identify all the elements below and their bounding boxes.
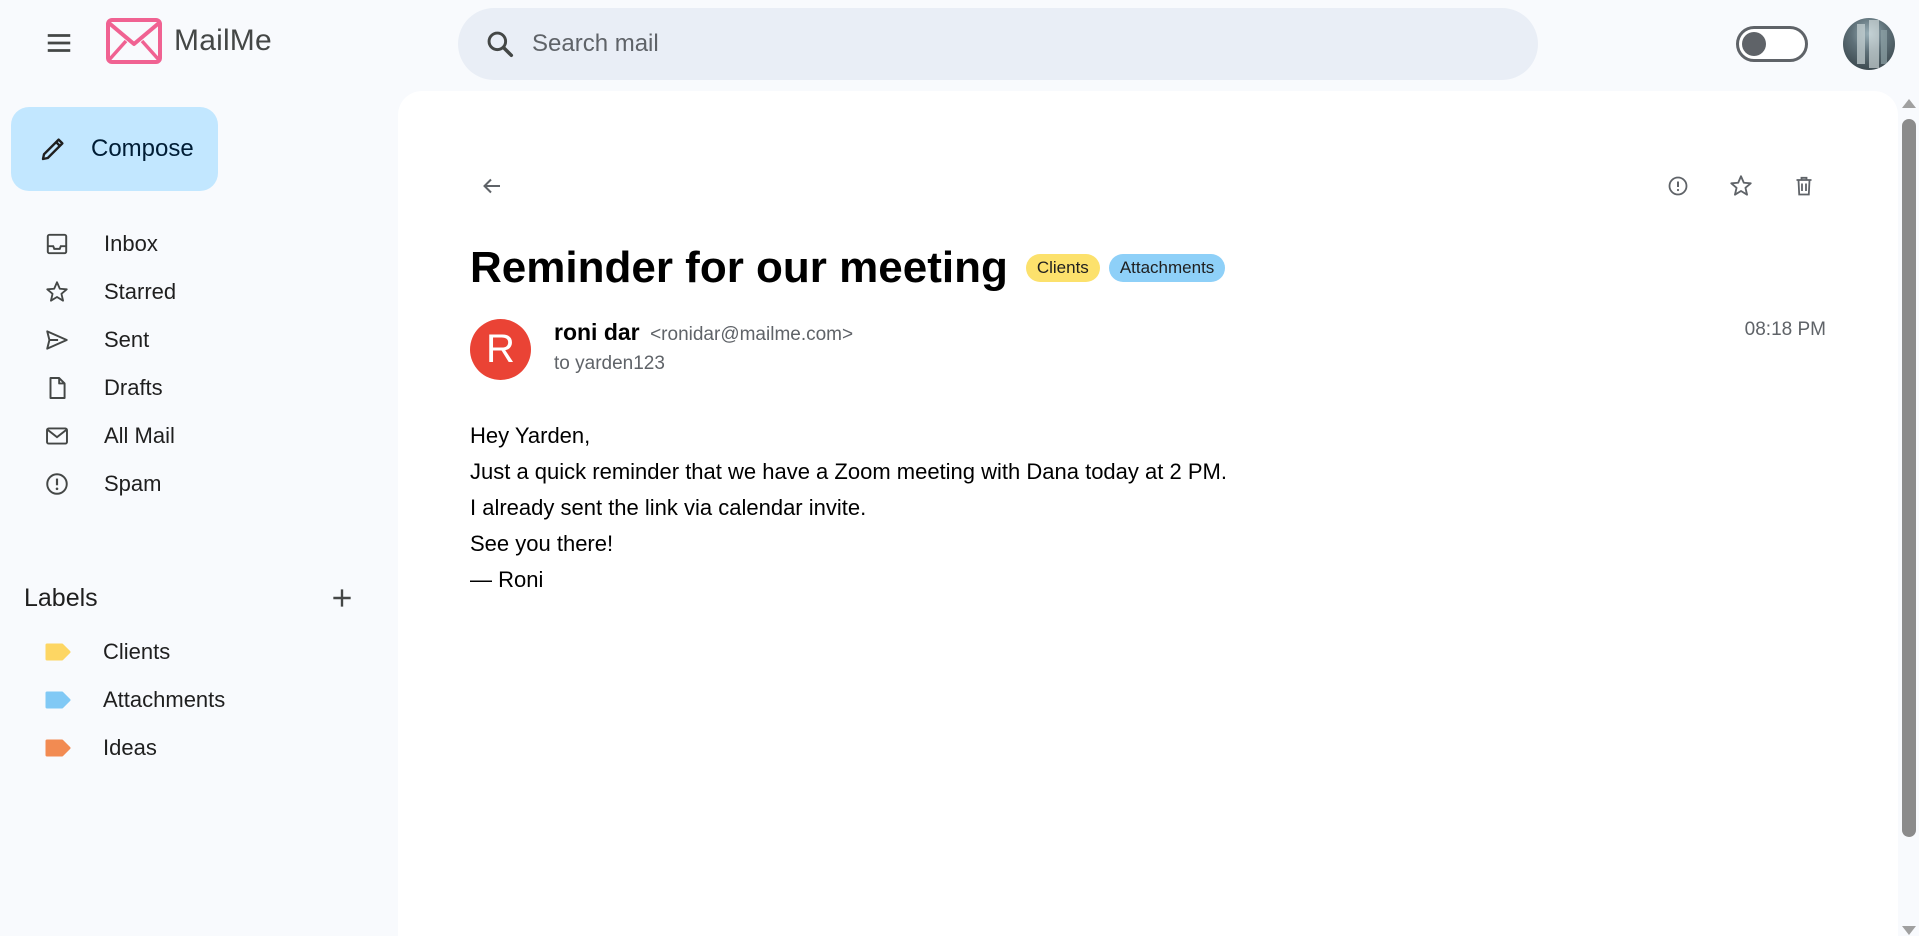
labels-heading: Labels (24, 583, 98, 612)
labels-header: Labels (24, 580, 354, 616)
search-bar (458, 8, 1538, 80)
email-view: Reminder for our meeting Clients Attachm… (398, 91, 1898, 936)
sidebar-item-label: Drafts (104, 375, 163, 400)
email-body-line: See you there! (470, 531, 614, 556)
app-name: MailMe (174, 24, 272, 57)
email-body-line: I already sent the link via calendar inv… (470, 495, 867, 520)
add-label-button[interactable] (324, 580, 360, 616)
sidebar-item-label: Inbox (104, 231, 158, 256)
sender-email: <ronidar@mailme.com> (650, 324, 854, 345)
star-button[interactable] (1721, 166, 1761, 206)
label-item-ideas[interactable]: Ideas (0, 724, 380, 772)
trash-icon (1796, 176, 1812, 196)
label-item-label: Clients (103, 639, 171, 664)
mailme-logo-icon[interactable] (106, 18, 162, 64)
email-body-line: Hey Yarden, (470, 423, 591, 448)
email-body-line: Just a quick reminder that we have a Zoo… (470, 459, 1227, 484)
label-item-label: Attachments (103, 687, 226, 712)
draft-icon (42, 373, 72, 403)
toggle-knob (1742, 32, 1766, 56)
label-chip-attachments[interactable]: Attachments (1108, 254, 1226, 282)
sidebar-item-label: Starred (104, 279, 177, 304)
sidebar-item-inbox[interactable]: Inbox (0, 220, 380, 268)
spam-icon (42, 469, 72, 499)
sender-name: roni dar (554, 319, 640, 345)
label-item-clients[interactable]: Clients (0, 628, 380, 676)
scroll-up-arrow[interactable] (1902, 99, 1916, 108)
email-subject-row: Reminder for our meeting Clients Attachm… (470, 243, 1226, 293)
pencil-icon (37, 133, 69, 165)
plus-icon (333, 589, 351, 607)
label-item-attachments[interactable]: Attachments (0, 676, 380, 724)
report-spam-button[interactable] (1658, 166, 1698, 206)
scroll-down-arrow[interactable] (1902, 926, 1916, 935)
sender-line: roni dar <ronidar@mailme.com> (554, 319, 853, 346)
inbox-icon (42, 229, 72, 259)
star-icon (42, 277, 72, 307)
delete-button[interactable] (1784, 166, 1824, 206)
sidebar-item-drafts[interactable]: Drafts (0, 364, 380, 412)
top-bar: MailMe (0, 0, 1919, 88)
sidebar-item-all-mail[interactable]: All Mail (0, 412, 380, 460)
email-body-line: — Roni (470, 567, 544, 592)
send-icon (42, 325, 72, 355)
label-tag-icon (45, 739, 71, 757)
recipient-line: to yarden123 (554, 353, 665, 374)
star-icon (1730, 175, 1752, 196)
sidebar-item-label: All Mail (104, 423, 175, 448)
label-tag-icon (45, 691, 71, 709)
sidebar-item-starred[interactable]: Starred (0, 268, 380, 316)
compose-button[interactable]: Compose (11, 107, 218, 191)
sidebar-item-label: Sent (104, 327, 150, 352)
arrow-back-icon (483, 178, 500, 194)
labels-list: Clients Attachments Ideas (0, 628, 380, 772)
email-timestamp: 08:18 PM (1744, 319, 1826, 340)
hamburger-menu-icon (47, 34, 71, 52)
label-item-label: Ideas (103, 735, 157, 760)
sidebar-item-sent[interactable]: Sent (0, 316, 380, 364)
sidebar-item-label: Spam (104, 471, 162, 496)
theme-toggle[interactable] (1736, 26, 1808, 62)
sidebar-item-spam[interactable]: Spam (0, 460, 380, 508)
report-spam-icon (1668, 176, 1688, 196)
sender-avatar: R (470, 319, 531, 380)
back-button[interactable] (472, 166, 512, 206)
mail-icon (42, 421, 72, 451)
email-subject: Reminder for our meeting (470, 243, 1008, 292)
sidebar-nav: Inbox Starred Sent Drafts All Mail Spam (0, 220, 380, 508)
user-avatar[interactable] (1843, 18, 1895, 70)
search-icon[interactable] (480, 24, 520, 64)
label-chip-clients[interactable]: Clients (1025, 254, 1100, 282)
search-input[interactable] (532, 30, 1492, 58)
label-tag-icon (45, 643, 71, 661)
compose-label: Compose (91, 135, 194, 162)
scrollbar-thumb[interactable] (1902, 119, 1916, 837)
email-body: Hey Yarden, Just a quick reminder that w… (470, 418, 1227, 598)
main-menu-button[interactable] (36, 20, 82, 66)
